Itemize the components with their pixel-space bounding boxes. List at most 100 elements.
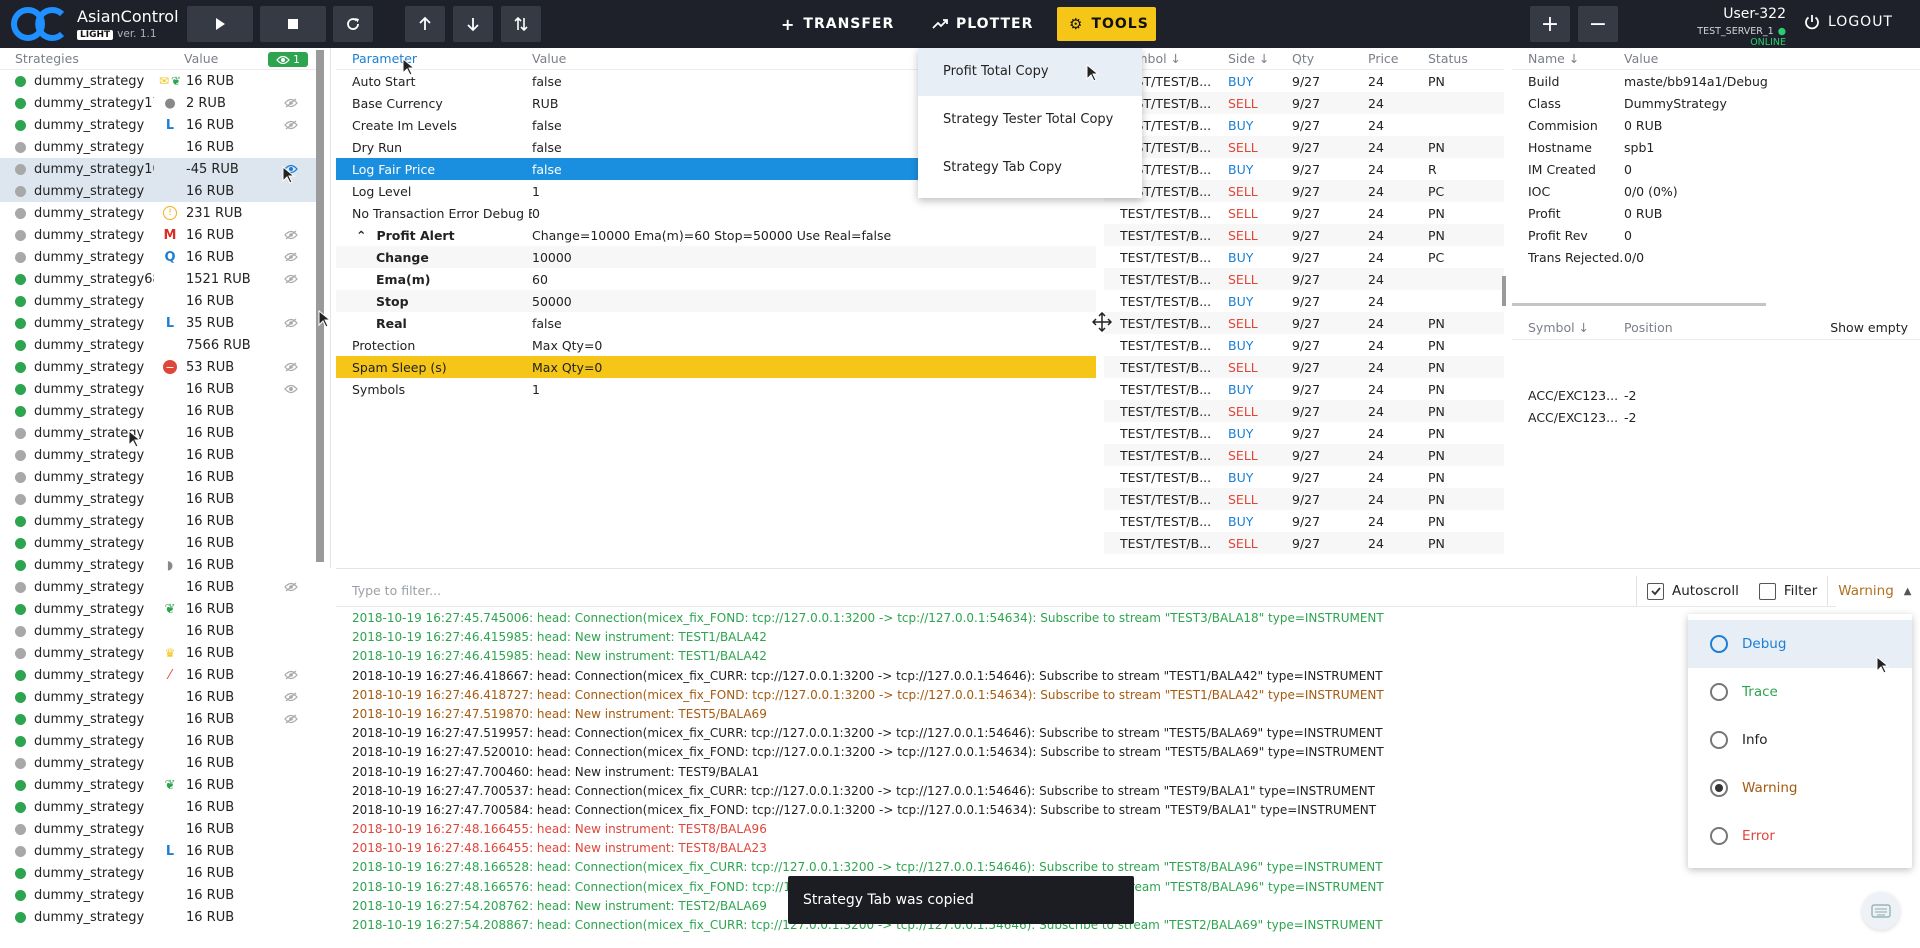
strategy-row[interactable]: dummy_strategy 16 RUB	[0, 466, 318, 488]
strategy-row[interactable]: dummy_strategy 16 RUB	[0, 532, 318, 554]
strategy-row[interactable]: dummy_strategy17... ● 2 RUB	[0, 92, 318, 114]
show-empty-button[interactable]: Show empty	[1830, 316, 1908, 340]
col-side[interactable]: Side ↓	[1220, 51, 1284, 66]
info-row[interactable]: Hostname spb1	[1512, 136, 1920, 158]
strategy-row[interactable]: dummy_strategy 16 RUB	[0, 510, 318, 532]
info-row[interactable]: Profit Rev 0	[1512, 224, 1920, 246]
eye-off-icon[interactable]	[276, 692, 306, 702]
parameter-row[interactable]: Protection Max Qty=0	[336, 334, 1096, 356]
strategy-row[interactable]: dummy_strategy! 231 RUB	[0, 202, 318, 224]
order-row[interactable]: TEST/TEST/B... BUY 9/27 24 PN	[1104, 466, 1504, 488]
strategy-row[interactable]: dummy_strategy 16 RUB	[0, 422, 318, 444]
eye-icon[interactable]	[276, 384, 306, 394]
info-row[interactable]: Build maste/bb914a1/Debug	[1512, 70, 1920, 92]
order-row[interactable]: TEST/TEST/B... BUY 9/27 24	[1104, 290, 1504, 312]
info-row[interactable]: IOC 0/0 (0%)	[1512, 180, 1920, 202]
parameter-row[interactable]: Change 10000	[336, 246, 1096, 268]
strategy-row[interactable]: dummy_strategy 16 RUB	[0, 378, 318, 400]
strategy-row[interactable]: dummy_strategy Q 16 RUB	[0, 246, 318, 268]
logout-button[interactable]: LOGOUT	[1804, 14, 1893, 30]
strategy-row[interactable]: dummy_strategy 16 RUB	[0, 708, 318, 730]
col-parameter[interactable]: Parameter	[336, 51, 532, 66]
strategy-row[interactable]: dummy_strategy ❦ 16 RUB	[0, 774, 318, 796]
parameter-row[interactable]: Ema(m) 60	[336, 268, 1096, 290]
position-row[interactable]: ACC/EXC123... -2	[1512, 406, 1920, 428]
nav-plotter[interactable]: PLOTTER	[920, 7, 1045, 41]
order-row[interactable]: TEST/TEST/B... BUY 9/27 24 PN	[1104, 510, 1504, 532]
eye-off-icon[interactable]	[276, 252, 306, 262]
order-row[interactable]: TEST/TEST/B... BUY 9/27 24 PN	[1104, 70, 1504, 92]
zoom-in-button[interactable]: +	[1530, 6, 1570, 42]
strategy-row[interactable]: dummy_strategy 16 RUB	[0, 862, 318, 884]
strategy-row[interactable]: dummy_strategy 16 RUB	[0, 488, 318, 510]
col-info-value[interactable]: Value	[1624, 51, 1920, 66]
strategy-row[interactable]: dummy_strategy M 16 RUB	[0, 224, 318, 246]
order-row[interactable]: TEST/TEST/B... SELL 9/27 24 PN	[1104, 202, 1504, 224]
parameter-row[interactable]: Spam Sleep (s) Max Qty=0	[336, 356, 1096, 378]
tools-menu-item[interactable]: Strategy Tester Total Copy	[918, 96, 1142, 144]
parameter-row[interactable]: No Transaction Error Debug Er... 0	[336, 202, 1096, 224]
strategy-row[interactable]: dummy_strategy 16 RUB	[0, 576, 318, 598]
orders-scrollbar[interactable]	[1502, 276, 1506, 306]
strategies-scrollbar[interactable]	[316, 50, 324, 562]
strategy-row[interactable]: dummy_strategy ᒪ 35 RUB	[0, 312, 318, 334]
order-row[interactable]: TEST/TEST/B... SELL 9/27 24 PN	[1104, 400, 1504, 422]
strategy-row[interactable]: dummy_strategy −53 RUB	[0, 356, 318, 378]
parameter-row[interactable]: Stop 50000	[336, 290, 1096, 312]
strategy-row[interactable]: dummy_strategy 16 RUB	[0, 906, 318, 928]
col-strategies[interactable]: Strategies	[0, 51, 184, 66]
order-row[interactable]: TEST/TEST/B... SELL 9/27 24 PN	[1104, 444, 1504, 466]
strategy-row[interactable]: dummy_strategy 16 RUB	[0, 180, 318, 202]
eye-off-icon[interactable]	[276, 714, 306, 724]
order-row[interactable]: TEST/TEST/B... SELL 9/27 24 PN	[1104, 488, 1504, 510]
refresh-button[interactable]	[333, 6, 373, 42]
order-row[interactable]: TEST/TEST/B... SELL 9/27 24	[1104, 268, 1504, 290]
strategy-row[interactable]: dummy_strategy ⁄ 16 RUB	[0, 664, 318, 686]
log-level-option[interactable]: Warning	[1688, 764, 1912, 812]
eye-off-icon[interactable]	[276, 670, 306, 680]
strategy-row[interactable]: dummy_strategy 16 RUB	[0, 818, 318, 840]
log-level-option[interactable]: Error	[1688, 812, 1912, 860]
col-status[interactable]: Status	[1420, 51, 1490, 66]
log-filter-input[interactable]: Type to filter...	[336, 576, 1636, 606]
col-pos-symbol[interactable]: Symbol ↓	[1512, 320, 1624, 335]
order-row[interactable]: TEST/TEST/B... BUY 9/27 24 PN	[1104, 378, 1504, 400]
nav-transfer[interactable]: + TRANSFER	[769, 7, 906, 41]
autoscroll-checkbox[interactable]	[1647, 582, 1664, 600]
strategy-row[interactable]: dummy_strategy 16 RUB	[0, 796, 318, 818]
parameter-row[interactable]: ⌃ Profit Alert Change=10000 Ema(m)=60 Stop…	[336, 224, 1096, 246]
strategy-row[interactable]: dummy_strategy ❦ 16 RUB	[0, 598, 318, 620]
order-row[interactable]: TEST/TEST/B... SELL 9/27 24 PN	[1104, 356, 1504, 378]
zoom-out-button[interactable]: −	[1578, 6, 1618, 42]
order-row[interactable]: TEST/TEST/B... SELL 9/27 24 PC	[1104, 180, 1504, 202]
info-row[interactable]: Class DummyStrategy	[1512, 92, 1920, 114]
order-row[interactable]: TEST/TEST/B... BUY 9/27 24 PN	[1104, 422, 1504, 444]
info-row[interactable]: Trans Rejected... 0/0	[1512, 246, 1920, 268]
eye-off-icon[interactable]	[276, 230, 306, 240]
swap-button[interactable]	[501, 6, 541, 42]
order-row[interactable]: TEST/TEST/B... BUY 9/27 24 R	[1104, 158, 1504, 180]
strategy-row[interactable]: dummy_strategy 16 RUB	[0, 290, 318, 312]
strategy-row[interactable]: dummy_strategy ᒪ 16 RUB	[0, 114, 318, 136]
strategy-row[interactable]: dummy_strategy 16 RUB	[0, 730, 318, 752]
log-level-select[interactable]: Warning ▲	[1827, 576, 1911, 606]
strategy-row[interactable]: dummy_strategy68 1521 RUB	[0, 268, 318, 290]
strategy-row[interactable]: dummy_strategy ◗ 16 RUB	[0, 554, 318, 576]
eye-off-icon[interactable]	[276, 582, 306, 592]
eye-off-icon[interactable]	[276, 120, 306, 130]
strategy-row[interactable]: dummy_strategy 16 RUB	[0, 884, 318, 906]
col-qty[interactable]: Qty	[1284, 51, 1360, 66]
log-level-option[interactable]: Trace	[1688, 668, 1912, 716]
strategy-row[interactable]: dummy_strategy ✉ ❦ 16 RUB	[0, 70, 318, 92]
move-up-button[interactable]	[405, 6, 445, 42]
start-button[interactable]	[187, 6, 253, 42]
eye-off-icon[interactable]	[276, 362, 306, 372]
nav-tools[interactable]: ⚙ TOOLS	[1057, 7, 1156, 41]
order-row[interactable]: TEST/TEST/B... SELL 9/27 24 PN	[1104, 224, 1504, 246]
order-row[interactable]: TEST/TEST/B... BUY 9/27 24 PC	[1104, 246, 1504, 268]
position-row[interactable]: ACC/EXC123... -2	[1512, 384, 1920, 406]
log-divider[interactable]	[336, 568, 1920, 569]
info-row[interactable]: IM Created 0	[1512, 158, 1920, 180]
stop-button[interactable]	[260, 6, 326, 42]
col-name[interactable]: Name ↓	[1512, 51, 1624, 66]
